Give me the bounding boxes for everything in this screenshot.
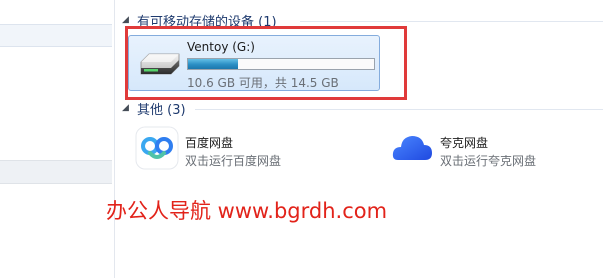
- app-description: 双击运行百度网盘: [185, 154, 282, 168]
- watermark-text: 办公人导航 www.bgrdh.com: [106, 199, 388, 223]
- group-divider: [300, 21, 603, 22]
- collapse-chevron-icon[interactable]: ◢: [122, 15, 129, 25]
- navigation-pane[interactable]: [0, 0, 115, 278]
- nav-item-selected[interactable]: [0, 24, 112, 47]
- group-header-other[interactable]: ◢ 其他 (3): [115, 99, 603, 118]
- app-name: 夸克网盘: [440, 136, 489, 150]
- collapse-chevron-icon[interactable]: ◢: [122, 103, 129, 113]
- app-tile-quark-netdisk[interactable]: 夸克网盘 双击运行夸克网盘: [390, 122, 590, 172]
- group-divider: [195, 109, 603, 110]
- nav-item[interactable]: [0, 160, 112, 184]
- app-description: 双击运行夸克网盘: [440, 154, 537, 168]
- quark-netdisk-icon: [392, 136, 432, 160]
- app-name: 百度网盘: [185, 136, 234, 150]
- highlight-box: [125, 26, 407, 100]
- explorer-window: ◢ 有可移动存储的设备 (1) Ventoy (G:) 10.6 GB 可用，共…: [0, 0, 603, 278]
- baidu-netdisk-icon: [135, 126, 179, 170]
- app-tile-baidu-netdisk[interactable]: 百度网盘 双击运行百度网盘: [135, 122, 365, 172]
- group-title: 其他 (3): [137, 103, 186, 118]
